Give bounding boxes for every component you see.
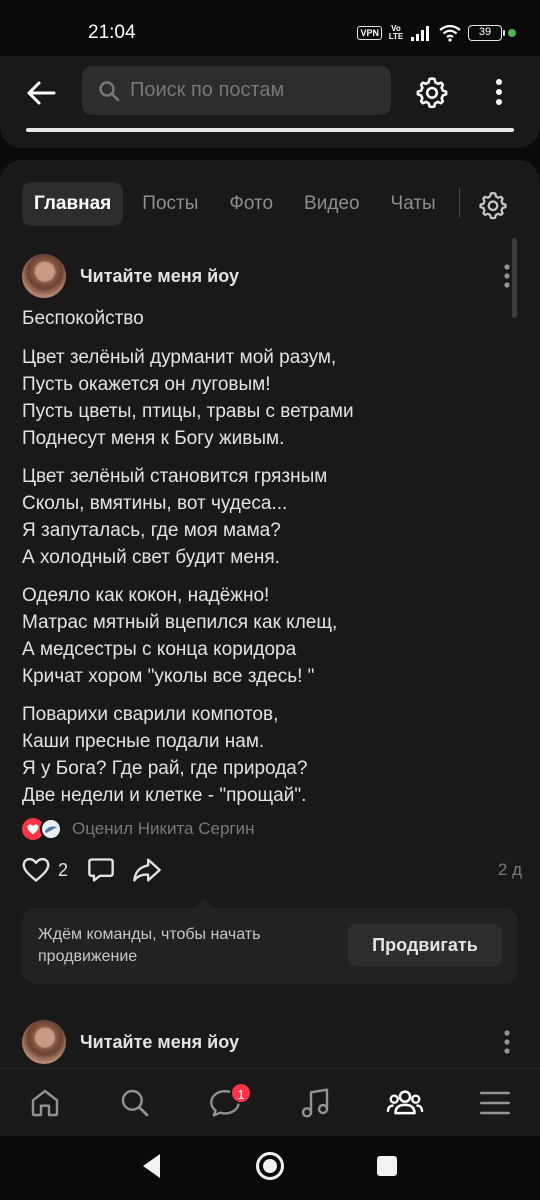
signal-icon xyxy=(411,26,429,41)
gear-icon xyxy=(479,192,507,220)
system-home-button[interactable] xyxy=(256,1152,284,1180)
post-more-button[interactable] xyxy=(494,258,520,294)
tab-main[interactable]: Главная xyxy=(22,182,124,226)
more-vertical-icon xyxy=(504,264,510,288)
gear-icon xyxy=(416,77,448,109)
volte-indicator: Vo LTE xyxy=(388,25,404,41)
back-button[interactable] xyxy=(22,74,60,112)
community-icon xyxy=(386,1089,424,1114)
heart-icon xyxy=(22,857,50,882)
search-placeholder: Поиск по постам xyxy=(130,79,285,101)
arrow-left-icon xyxy=(27,81,56,105)
tab-bar: Главная Посты Фото Видео Чаты xyxy=(22,182,458,226)
home-dot-icon xyxy=(263,1159,277,1173)
tab-chats[interactable]: Чаты xyxy=(379,182,448,226)
share-button[interactable] xyxy=(132,852,162,888)
liked-by-text: Оценил Никита Сергин xyxy=(72,819,255,838)
poem-line: Пусть окажется он луговым! xyxy=(22,374,271,395)
vpn-indicator: VPN xyxy=(357,26,382,40)
share-icon xyxy=(133,858,161,882)
poem-line: Каши пресные подали нам. xyxy=(22,731,265,752)
system-navigation xyxy=(0,1136,540,1200)
poem-line: Я у Бога? Где рай, где природа? xyxy=(22,758,308,779)
poem-line: Поднесут меня к Богу живым. xyxy=(22,428,285,449)
promotion-banner: Ждём команды, чтобы начать продвижение П… xyxy=(22,899,518,984)
promotion-text: Ждём команды, чтобы начать продвижение xyxy=(38,926,261,965)
poem-line: Я запуталась, где моя мама? xyxy=(22,520,281,541)
post-author[interactable]: Читайте меня йоу xyxy=(80,266,239,287)
poem-line: Цвет зелёный становится грязным xyxy=(22,466,328,487)
post-more-button[interactable] xyxy=(494,1024,520,1060)
search-field[interactable]: Поиск по постам xyxy=(82,66,391,115)
home-icon xyxy=(31,1089,59,1116)
poem-line: Матрас мятный вцепился как клещ, xyxy=(22,612,338,633)
more-vertical-icon xyxy=(496,79,502,105)
promotion-notch xyxy=(194,899,214,909)
tab-photos[interactable]: Фото xyxy=(217,182,285,226)
top-header: Поиск по постам xyxy=(0,56,540,148)
like-button[interactable]: 2 xyxy=(22,852,68,888)
menu-icon xyxy=(480,1091,510,1114)
bottom-navigation: 1 xyxy=(0,1068,540,1136)
poem-stanza: Цвет зелёный становится грязным Сколы, в… xyxy=(22,463,327,571)
settings-button[interactable] xyxy=(412,72,452,112)
post-author[interactable]: Читайте меня йоу xyxy=(80,1032,239,1053)
poem-stanza: Поварихи сварили компотов, Каши пресные … xyxy=(22,701,307,809)
volte-bottom-label: LTE xyxy=(388,32,404,41)
poem-line: Одеяло как кокон, надёжно! xyxy=(22,585,270,606)
nav-menu[interactable] xyxy=(450,1069,540,1136)
tab-videos[interactable]: Видео xyxy=(292,182,372,226)
community-feed: Главная Посты Фото Видео Чаты Читайте ме… xyxy=(0,160,540,1090)
liker-avatar xyxy=(40,818,62,840)
comment-icon xyxy=(88,858,114,882)
poem-line: Цвет зелёный дурманит мой разум, xyxy=(22,347,337,368)
more-options-button[interactable] xyxy=(484,72,514,112)
wifi-icon xyxy=(439,24,461,42)
poem-line: Пусть цветы, птицы, травы с ветрами xyxy=(22,401,354,422)
liked-by-row[interactable]: Оценил Никита Сергин xyxy=(22,816,255,842)
tabs-separator xyxy=(459,188,460,218)
poem-line: А холодный свет будит меня. xyxy=(22,547,280,568)
search-icon xyxy=(99,80,120,101)
header-divider xyxy=(26,128,514,132)
promote-button[interactable]: Продвигать xyxy=(348,924,502,966)
nav-home[interactable] xyxy=(0,1069,90,1136)
search-icon xyxy=(121,1089,149,1116)
post-time: 2 д xyxy=(497,860,522,879)
tabs-settings-button[interactable] xyxy=(474,186,512,224)
more-vertical-icon xyxy=(504,1030,510,1054)
poem-stanza: Цвет зелёный дурманит мой разум, Пусть о… xyxy=(22,344,354,452)
post-actions: 2 2 д xyxy=(22,852,522,888)
author-avatar[interactable] xyxy=(22,254,66,298)
status-icons: VPN Vo LTE 39 xyxy=(357,22,516,44)
nav-messages[interactable]: 1 xyxy=(180,1069,270,1136)
comment-button[interactable] xyxy=(87,852,115,888)
messages-badge: 1 xyxy=(230,1082,252,1104)
poem-line: Кричат хором "уколы все здесь! " xyxy=(22,666,315,687)
music-icon xyxy=(301,1087,329,1118)
status-time: 21:04 xyxy=(88,22,136,43)
poem-stanza: Одеяло как кокон, надёжно! Матрас мятный… xyxy=(22,582,337,690)
like-count: 2 xyxy=(58,859,69,880)
system-back-icon[interactable] xyxy=(140,1152,164,1180)
nav-community[interactable] xyxy=(360,1069,450,1136)
nav-music[interactable] xyxy=(270,1069,360,1136)
poem-line: Две недели и клетке - "прощай". xyxy=(22,785,307,806)
poem-line: Поварихи сварили компотов, xyxy=(22,704,279,725)
system-recents-button[interactable] xyxy=(377,1156,397,1176)
nav-search[interactable] xyxy=(90,1069,180,1136)
author-avatar[interactable] xyxy=(22,1020,66,1064)
privacy-dot xyxy=(508,29,516,37)
poem-line: А медсестры с конца коридора xyxy=(22,639,297,660)
tab-posts[interactable]: Посты xyxy=(130,182,210,226)
post-title: Беспокойство xyxy=(22,308,144,329)
status-bar: 21:04 VPN Vo LTE 39 xyxy=(0,0,540,62)
poem-line: Сколы, вмятины, вот чудеса... xyxy=(22,493,288,514)
battery-indicator: 39 xyxy=(468,25,505,41)
